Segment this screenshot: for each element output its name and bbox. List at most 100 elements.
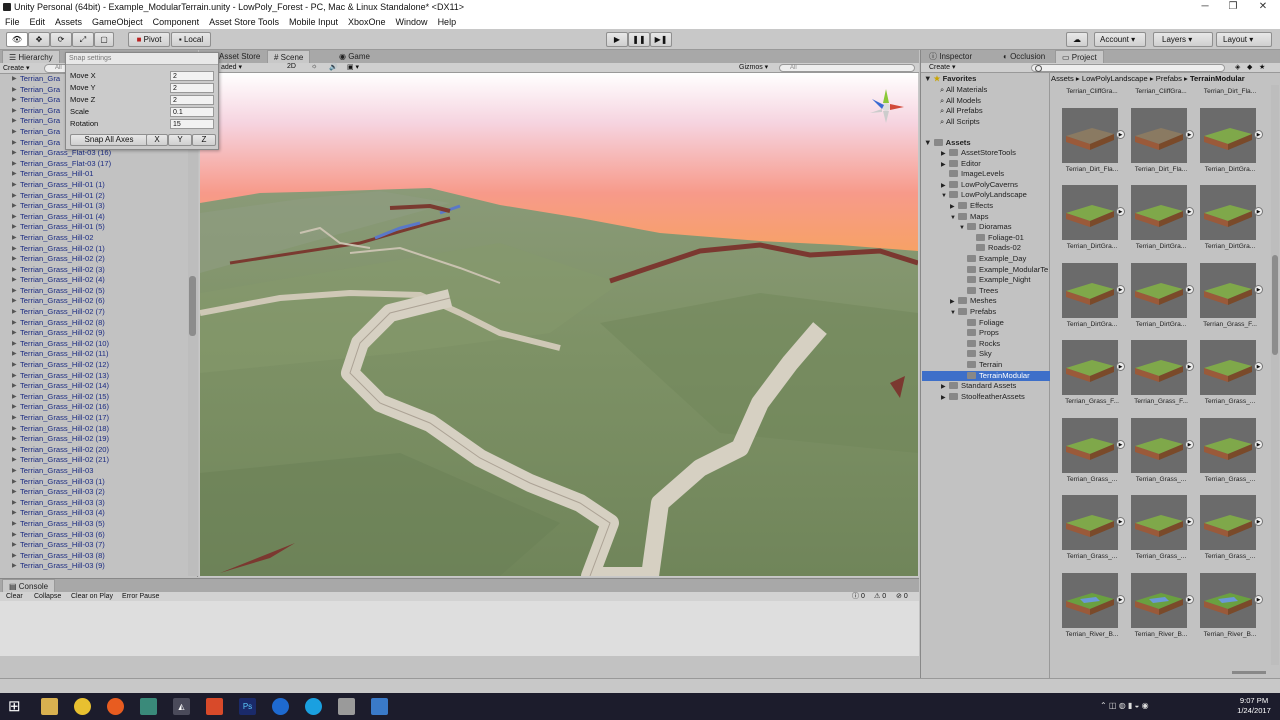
asset-thumbnail[interactable]: ▶ Terrian_River_B... xyxy=(1062,572,1125,638)
expand-prefab-icon[interactable]: ▶ xyxy=(1185,594,1194,604)
expand-arrow-icon[interactable]: ▶ xyxy=(12,402,17,413)
hierarchy-item[interactable]: ▶ Terrian_Grass_Hill-01 (4) xyxy=(0,212,188,223)
hierarchy-item[interactable]: ▶ Terrian_Grass_Hill-03 (9) xyxy=(0,561,188,572)
expand-arrow-icon[interactable]: ▶ xyxy=(12,265,17,276)
expand-arrow-icon[interactable]: ▶ xyxy=(12,169,17,180)
hierarchy-item[interactable]: ▶ Terrian_Grass_Hill-03 xyxy=(0,466,188,477)
asset-thumbnail[interactable]: ▶ Terrian_Grass_F... xyxy=(1131,340,1194,405)
folder-tree-item[interactable]: Example_Day xyxy=(922,254,1050,264)
expand-prefab-icon[interactable]: ▶ xyxy=(1254,594,1263,604)
expand-arrow-icon[interactable]: ▶ xyxy=(12,434,17,445)
expand-prefab-icon[interactable]: ▶ xyxy=(1254,362,1263,371)
expand-arrow-icon[interactable]: ▶ xyxy=(12,455,17,466)
menu-edit[interactable]: Edit xyxy=(25,15,51,29)
expand-arrow-icon[interactable]: ▶ xyxy=(12,328,17,339)
asset-thumbnail[interactable]: ▶ Terrian_Grass_... xyxy=(1062,495,1125,560)
hierarchy-item[interactable]: ▶ Terrian_Grass_Hill-03 (8) xyxy=(0,551,188,562)
snap-all-axes-button[interactable]: Snap All Axes xyxy=(70,134,148,146)
expand-arrow-icon[interactable]: ▶ xyxy=(12,392,17,403)
tab-scene[interactable]: # Scene xyxy=(267,50,311,63)
expand-prefab-icon[interactable]: ▶ xyxy=(1116,129,1125,139)
scene-orientation-gizmo-icon[interactable] xyxy=(868,85,908,125)
layout-dropdown[interactable]: Layout ▾ xyxy=(1216,32,1272,47)
hierarchy-item[interactable]: ▶ Terrian_Grass_Hill-03 (5) xyxy=(0,519,188,530)
folder-tree-item[interactable]: ▶ LowPolyCaverns xyxy=(922,180,1050,191)
gizmos-dropdown[interactable]: Gizmos ▾ xyxy=(739,63,768,71)
close-button[interactable]: ✕ xyxy=(1246,0,1280,15)
tab-console[interactable]: ▤ Console xyxy=(2,579,56,592)
hierarchy-item[interactable]: ▶ Terrian_Grass_Hill-02 (7) xyxy=(0,307,188,318)
hierarchy-item[interactable]: ▶ Terrian_Grass_Hill-02 (15) xyxy=(0,392,188,403)
expand-arrow-icon[interactable]: ▶ xyxy=(12,222,17,233)
hierarchy-item[interactable]: ▶ Terrian_Grass_Hill-01 (2) xyxy=(0,191,188,202)
folder-tree-item[interactable]: ▼ Prefabs xyxy=(922,307,1050,318)
console-log-area[interactable] xyxy=(0,601,919,656)
tab-hierarchy[interactable]: ☰ Hierarchy xyxy=(2,50,60,63)
expand-arrow-icon[interactable]: ▶ xyxy=(12,244,17,255)
expand-arrow-icon[interactable]: ▶ xyxy=(12,360,17,371)
expand-arrow-icon[interactable]: ▶ xyxy=(941,393,949,403)
snap-move-z-field[interactable]: 2 xyxy=(170,95,214,105)
folder-tree-item[interactable]: ▶ StoolfeatherAssets xyxy=(922,392,1050,403)
asset-thumbnail[interactable]: ▶ Terrian_Grass_... xyxy=(1200,340,1263,405)
hierarchy-item[interactable]: ▶ Terrian_Grass_Hill-03 (4) xyxy=(0,508,188,519)
asset-thumbnail[interactable]: ▶ Terrian_Grass_... xyxy=(1200,495,1263,560)
folder-tree-item[interactable]: Terrain xyxy=(922,360,1050,370)
expand-prefab-icon[interactable]: ▶ xyxy=(1254,207,1263,216)
breadcrumb-terrainmodular[interactable]: TerrainModular xyxy=(1190,74,1245,83)
rotate-tool-icon[interactable]: ⟳ xyxy=(50,32,72,47)
asset-thumbnail[interactable]: ▶ Terrian_Dirt_Fla... xyxy=(1131,107,1194,173)
project-search-input[interactable] xyxy=(1031,64,1225,72)
tab-game[interactable]: ◉ Game xyxy=(333,50,376,63)
folder-tree-item[interactable]: Trees xyxy=(922,286,1050,296)
layers-dropdown[interactable]: Layers ▾ xyxy=(1153,32,1213,47)
menu-help[interactable]: Help xyxy=(433,15,462,29)
folder-tree-item[interactable]: Sky xyxy=(922,349,1050,359)
expand-prefab-icon[interactable]: ▶ xyxy=(1254,129,1263,139)
expand-arrow-icon[interactable]: ▶ xyxy=(12,508,17,519)
folder-tree-item[interactable]: ▼ Maps xyxy=(922,212,1050,223)
expand-arrow-icon[interactable]: ▶ xyxy=(941,149,949,159)
taskbar-clock[interactable]: 9:07 PM 1/24/2017 xyxy=(1230,696,1278,716)
asset-thumbnail[interactable]: ▶ Terrian_DirtGra... xyxy=(1062,185,1125,250)
hierarchy-create-button[interactable]: Create ▾ xyxy=(3,64,29,72)
hierarchy-item[interactable]: ▶ Terrian_Grass_Hill-02 (4) xyxy=(0,275,188,286)
hierarchy-scroll-thumb[interactable] xyxy=(189,276,196,336)
app-10-icon[interactable] xyxy=(338,698,355,715)
folder-tree-item[interactable]: Example_Night xyxy=(922,275,1050,285)
hierarchy-item[interactable]: ▶ Terrian_Grass_Hill-01 (1) xyxy=(0,180,188,191)
hierarchy-item[interactable]: ▶ Terrian_Grass_Hill-02 (5) xyxy=(0,286,188,297)
move-tool-icon[interactable]: ✥ xyxy=(28,32,50,47)
expand-arrow-icon[interactable]: ▶ xyxy=(950,297,958,307)
folder-tree-item[interactable]: Rocks xyxy=(922,339,1050,349)
expand-arrow-icon[interactable]: ▶ xyxy=(12,254,17,265)
hierarchy-item[interactable]: ▶ Terrian_Grass_Hill-02 (1) xyxy=(0,244,188,255)
folder-tree-item[interactable]: ▶ Meshes xyxy=(922,296,1050,307)
scene-viewport[interactable] xyxy=(200,73,918,576)
expand-arrow-icon[interactable]: ▶ xyxy=(12,116,17,127)
favorite-all-scripts[interactable]: ⌕ All Scripts xyxy=(940,117,980,127)
expand-arrow-icon[interactable]: ▼ xyxy=(941,191,949,201)
vivaldi-icon[interactable] xyxy=(206,698,223,715)
asset-thumbnail[interactable]: ▶ Terrian_Grass_... xyxy=(1131,417,1194,483)
hierarchy-item[interactable]: ▶ Terrian_Grass_Hill-02 (12) xyxy=(0,360,188,371)
expand-arrow-icon[interactable]: ▶ xyxy=(12,201,17,212)
hierarchy-item[interactable]: ▶ Terrian_Grass_Hill-02 (19) xyxy=(0,434,188,445)
hierarchy-item[interactable]: ▶ Terrian_Grass_Hill-03 (7) xyxy=(0,540,188,551)
expand-arrow-icon[interactable]: ▶ xyxy=(12,85,17,96)
cloud-icon[interactable]: ☁ xyxy=(1066,32,1088,47)
filter-by-type-icon[interactable]: ◈ xyxy=(1235,63,1240,71)
expand-prefab-icon[interactable]: ▶ xyxy=(1116,362,1125,371)
expand-arrow-icon[interactable]: ▼ xyxy=(950,213,958,223)
folder-tree-item[interactable]: Foliage-01 xyxy=(922,233,1050,243)
expand-arrow-icon[interactable]: ▶ xyxy=(12,191,17,202)
hand-tool-icon[interactable]: 👁 xyxy=(6,32,28,47)
hierarchy-item[interactable]: ▶ Terrian_Grass_Hill-02 (13) xyxy=(0,371,188,382)
expand-arrow-icon[interactable]: ▶ xyxy=(941,181,949,191)
expand-arrow-icon[interactable]: ▶ xyxy=(12,349,17,360)
asset-thumbnail[interactable]: ▶ Terrian_Dirt_Fla... xyxy=(1062,107,1125,173)
expand-arrow-icon[interactable]: ▶ xyxy=(12,371,17,382)
folder-tree-item[interactable]: Example_ModularTe xyxy=(922,265,1050,275)
expand-arrow-icon[interactable]: ▶ xyxy=(12,212,17,223)
expand-prefab-icon[interactable]: ▶ xyxy=(1254,439,1263,449)
